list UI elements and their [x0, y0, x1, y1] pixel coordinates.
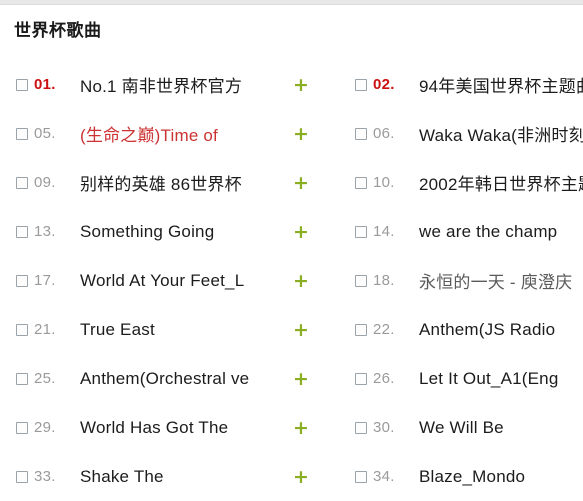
song-row[interactable]: 01. No.1 南非世界杯官方 — [16, 60, 336, 109]
checkbox-unchecked-icon[interactable] — [16, 470, 28, 483]
track-number: 10. — [373, 174, 395, 191]
checkbox-unchecked-icon[interactable] — [16, 78, 28, 91]
track-number: 21. — [34, 321, 56, 338]
track-number: 02. — [373, 76, 395, 93]
song-title-link[interactable]: we are the champ — [419, 222, 557, 242]
track-number: 17. — [34, 272, 56, 289]
song-title-link[interactable]: We Will Be — [419, 418, 504, 438]
song-title-link[interactable]: 别样的英雄 86世界杯 — [80, 170, 242, 195]
song-row[interactable]: 13. Something Going — [16, 207, 336, 256]
song-title-link[interactable]: No.1 南非世界杯官方 — [80, 72, 242, 97]
track-number: 05. — [34, 125, 56, 142]
song-title-link[interactable]: Anthem(Orchestral ve — [80, 369, 249, 389]
song-title-link[interactable]: World At Your Feet_L — [80, 271, 244, 291]
track-number: 34. — [373, 468, 395, 485]
page-title: 世界杯歌曲 — [14, 21, 102, 41]
song-row[interactable]: 29. World Has Got The — [16, 403, 336, 452]
track-number: 09. — [34, 174, 56, 191]
song-row[interactable]: 18. 永恒的一天 - 庾澄庆 — [355, 256, 583, 305]
add-to-playlist-icon[interactable]: + — [290, 221, 312, 243]
checkbox-unchecked-icon[interactable] — [16, 323, 28, 336]
checkbox-unchecked-icon[interactable] — [16, 274, 28, 287]
checkbox-unchecked-icon[interactable] — [355, 78, 367, 91]
checkbox-unchecked-icon[interactable] — [16, 176, 28, 189]
checkbox-unchecked-icon[interactable] — [355, 176, 367, 189]
track-number: 25. — [34, 370, 56, 387]
checkbox-unchecked-icon[interactable] — [355, 127, 367, 140]
song-list-page: 世界杯歌曲 01. No.1 南非世界杯官方 +05. (生命之巅)Time of +0… — [0, 0, 583, 500]
song-title-link[interactable]: 2002年韩日世界杯主题 — [419, 170, 583, 195]
song-title-link[interactable]: World Has Got The — [80, 418, 228, 438]
song-row[interactable]: 10. 2002年韩日世界杯主题 — [355, 158, 583, 207]
checkbox-unchecked-icon[interactable] — [16, 127, 28, 140]
song-row[interactable]: 22. Anthem(JS Radio — [355, 305, 583, 354]
song-row[interactable]: 17. World At Your Feet_L — [16, 256, 336, 305]
add-to-playlist-icon[interactable]: + — [290, 172, 312, 194]
song-title-link[interactable]: Blaze_Mondo — [419, 467, 525, 487]
song-row[interactable]: 06. Waka Waka(非洲时刻 — [355, 109, 583, 158]
song-title-link[interactable]: Something Going — [80, 222, 214, 242]
song-row[interactable]: 30. We Will Be — [355, 403, 583, 452]
song-row[interactable]: 21. True East — [16, 305, 336, 354]
song-title-link[interactable]: True East — [80, 320, 155, 340]
track-number: 29. — [34, 419, 56, 436]
song-title-link[interactable]: 94年美国世界杯主题曲 — [419, 72, 583, 97]
track-number: 22. — [373, 321, 395, 338]
song-row[interactable]: 05. (生命之巅)Time of — [16, 109, 336, 158]
add-to-playlist-icon[interactable]: + — [290, 74, 312, 96]
track-number: 33. — [34, 468, 56, 485]
track-number: 14. — [373, 223, 395, 240]
track-number: 01. — [34, 76, 56, 93]
checkbox-unchecked-icon[interactable] — [355, 323, 367, 336]
checkbox-unchecked-icon[interactable] — [355, 421, 367, 434]
track-number: 30. — [373, 419, 395, 436]
song-row[interactable]: 02. 94年美国世界杯主题曲 — [355, 60, 583, 109]
track-number: 26. — [373, 370, 395, 387]
add-to-playlist-icon[interactable]: + — [290, 417, 312, 439]
song-row[interactable]: 34. Blaze_Mondo — [355, 452, 583, 501]
song-row[interactable]: 26. Let It Out_A1(Eng — [355, 354, 583, 403]
checkbox-unchecked-icon[interactable] — [355, 225, 367, 238]
song-row[interactable]: 14. we are the champ — [355, 207, 583, 256]
checkbox-unchecked-icon[interactable] — [355, 470, 367, 483]
song-title-link[interactable]: Let It Out_A1(Eng — [419, 369, 558, 389]
song-row[interactable]: 09. 别样的英雄 86世界杯 — [16, 158, 336, 207]
add-to-playlist-icon[interactable]: + — [290, 466, 312, 488]
checkbox-unchecked-icon[interactable] — [16, 421, 28, 434]
song-title-link[interactable]: Waka Waka(非洲时刻 — [419, 121, 583, 146]
add-to-playlist-icon[interactable]: + — [290, 270, 312, 292]
song-title-link[interactable]: Anthem(JS Radio — [419, 320, 555, 340]
track-number: 13. — [34, 223, 56, 240]
song-title-link[interactable]: Shake The — [80, 467, 164, 487]
checkbox-unchecked-icon[interactable] — [355, 274, 367, 287]
add-to-playlist-icon[interactable]: + — [290, 319, 312, 341]
checkbox-unchecked-icon[interactable] — [16, 372, 28, 385]
song-row[interactable]: 25. Anthem(Orchestral ve — [16, 354, 336, 403]
track-number: 18. — [373, 272, 395, 289]
add-to-playlist-icon[interactable]: + — [290, 368, 312, 390]
song-title-link[interactable]: (生命之巅)Time of — [80, 121, 218, 146]
checkbox-unchecked-icon[interactable] — [16, 225, 28, 238]
add-to-playlist-icon[interactable]: + — [290, 123, 312, 145]
checkbox-unchecked-icon[interactable] — [355, 372, 367, 385]
song-row[interactable]: 33. Shake The — [16, 452, 336, 501]
track-number: 06. — [373, 125, 395, 142]
song-title-link[interactable]: 永恒的一天 - 庾澄庆 — [419, 268, 572, 293]
